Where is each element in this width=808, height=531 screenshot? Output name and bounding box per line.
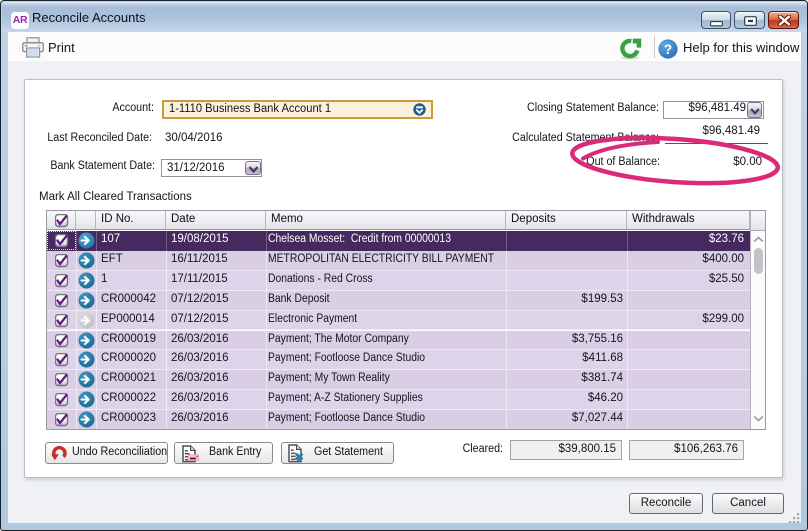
svg-text:?: ? bbox=[664, 42, 672, 57]
